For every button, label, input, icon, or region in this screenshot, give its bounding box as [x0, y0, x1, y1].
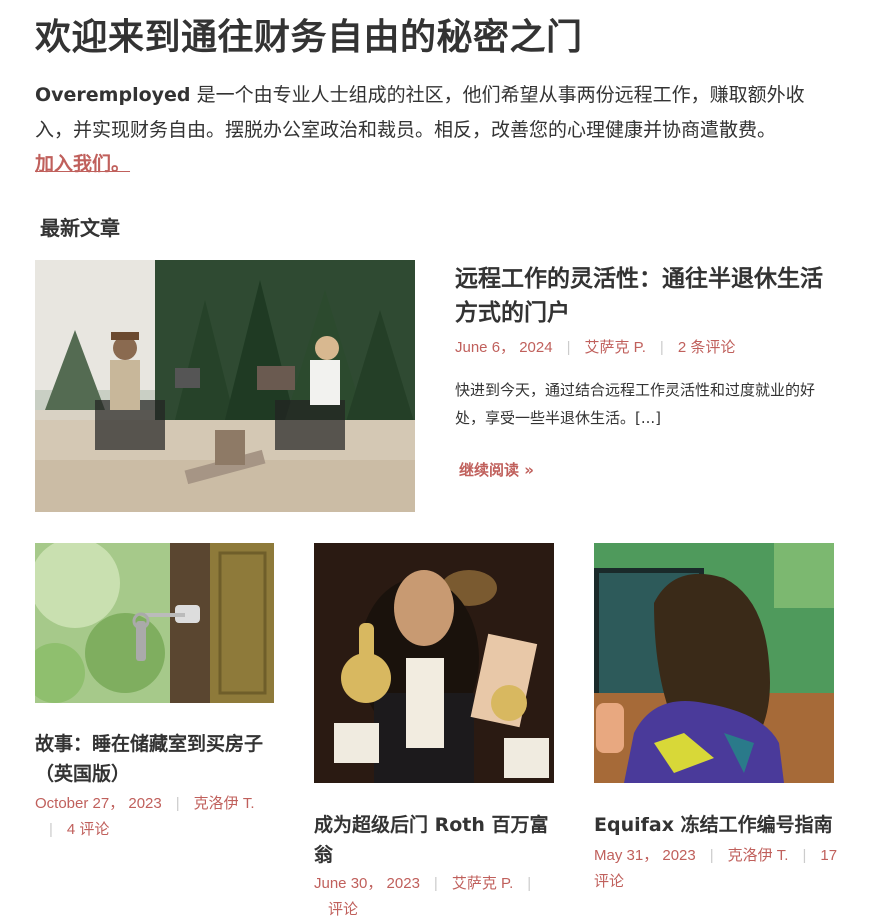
post-image-3[interactable]	[594, 543, 834, 783]
post-author-3[interactable]: 克洛伊 T.	[728, 847, 789, 864]
read-more-link[interactable]: 继续阅读 »	[459, 459, 534, 480]
meta-separator: |	[802, 847, 807, 864]
meta-separator: |	[175, 795, 180, 812]
featured-post-author[interactable]: 艾萨克 P.	[584, 339, 645, 356]
intro-paragraph: Overemployed 是一个由专业人士组成的社区，他们希望从事两份远程工作，…	[35, 78, 835, 148]
featured-post-date[interactable]: June 6， 2024	[455, 339, 553, 356]
thumbs-up-portrait-image	[314, 543, 554, 783]
post-date-2[interactable]: June 30， 2023	[314, 875, 420, 892]
post-author-2[interactable]: 艾萨克 P.	[452, 875, 513, 892]
post-date-1[interactable]: October 27， 2023	[35, 795, 162, 812]
latest-articles-heading: 最新文章	[40, 216, 120, 240]
woman-painting-image	[594, 543, 834, 783]
post-meta-1: October 27， 2023 | 克洛伊 T. | 4 评论	[35, 791, 280, 843]
featured-post-meta: June 6， 2024 | 艾萨克 P. | 2 条评论	[455, 335, 735, 361]
post-meta-2: June 30， 2023 | 艾萨克 P. | 评论	[314, 871, 564, 923]
post-date-3[interactable]: May 31， 2023	[594, 847, 696, 864]
meta-separator: |	[433, 875, 438, 892]
camping-laptops-image	[35, 260, 415, 512]
meta-separator: |	[527, 875, 532, 892]
post-meta-3: May 31， 2023 | 克洛伊 T. | 17 评论	[594, 843, 844, 895]
page-title: 欢迎来到通往财务自由的秘密之门	[35, 17, 583, 58]
featured-post-excerpt: 快进到今天，通过结合远程工作灵活性和过度就业的好处，享受一些半退休生活。[...…	[455, 381, 816, 427]
featured-post-title[interactable]: 远程工作的灵活性：通往半退休生活方式的门户	[455, 262, 835, 330]
post-title-2[interactable]: 成为超级后门 Roth 百万富翁	[314, 810, 554, 870]
post-title-1[interactable]: 故事：睡在储藏室到买房子（英国版）	[35, 729, 280, 789]
join-us-link[interactable]: 加入我们。	[35, 150, 130, 178]
meta-separator: |	[49, 821, 53, 838]
featured-post-comments[interactable]: 2 条评论	[678, 339, 736, 356]
post-comments-2[interactable]: 评论	[328, 901, 358, 918]
featured-post-image[interactable]	[35, 260, 415, 512]
post-image-1[interactable]	[35, 543, 274, 703]
post-title-3[interactable]: Equifax 冻结工作编号指南	[594, 810, 839, 840]
post-comments-1[interactable]: 4 评论	[67, 821, 110, 838]
post-author-1[interactable]: 克洛伊 T.	[194, 795, 255, 812]
meta-separator: |	[566, 339, 571, 356]
post-image-2[interactable]	[314, 543, 554, 783]
meta-separator: |	[709, 847, 714, 864]
meta-separator: |	[659, 339, 664, 356]
door-key-image	[35, 543, 274, 703]
brand-name: Overemployed	[35, 84, 191, 106]
